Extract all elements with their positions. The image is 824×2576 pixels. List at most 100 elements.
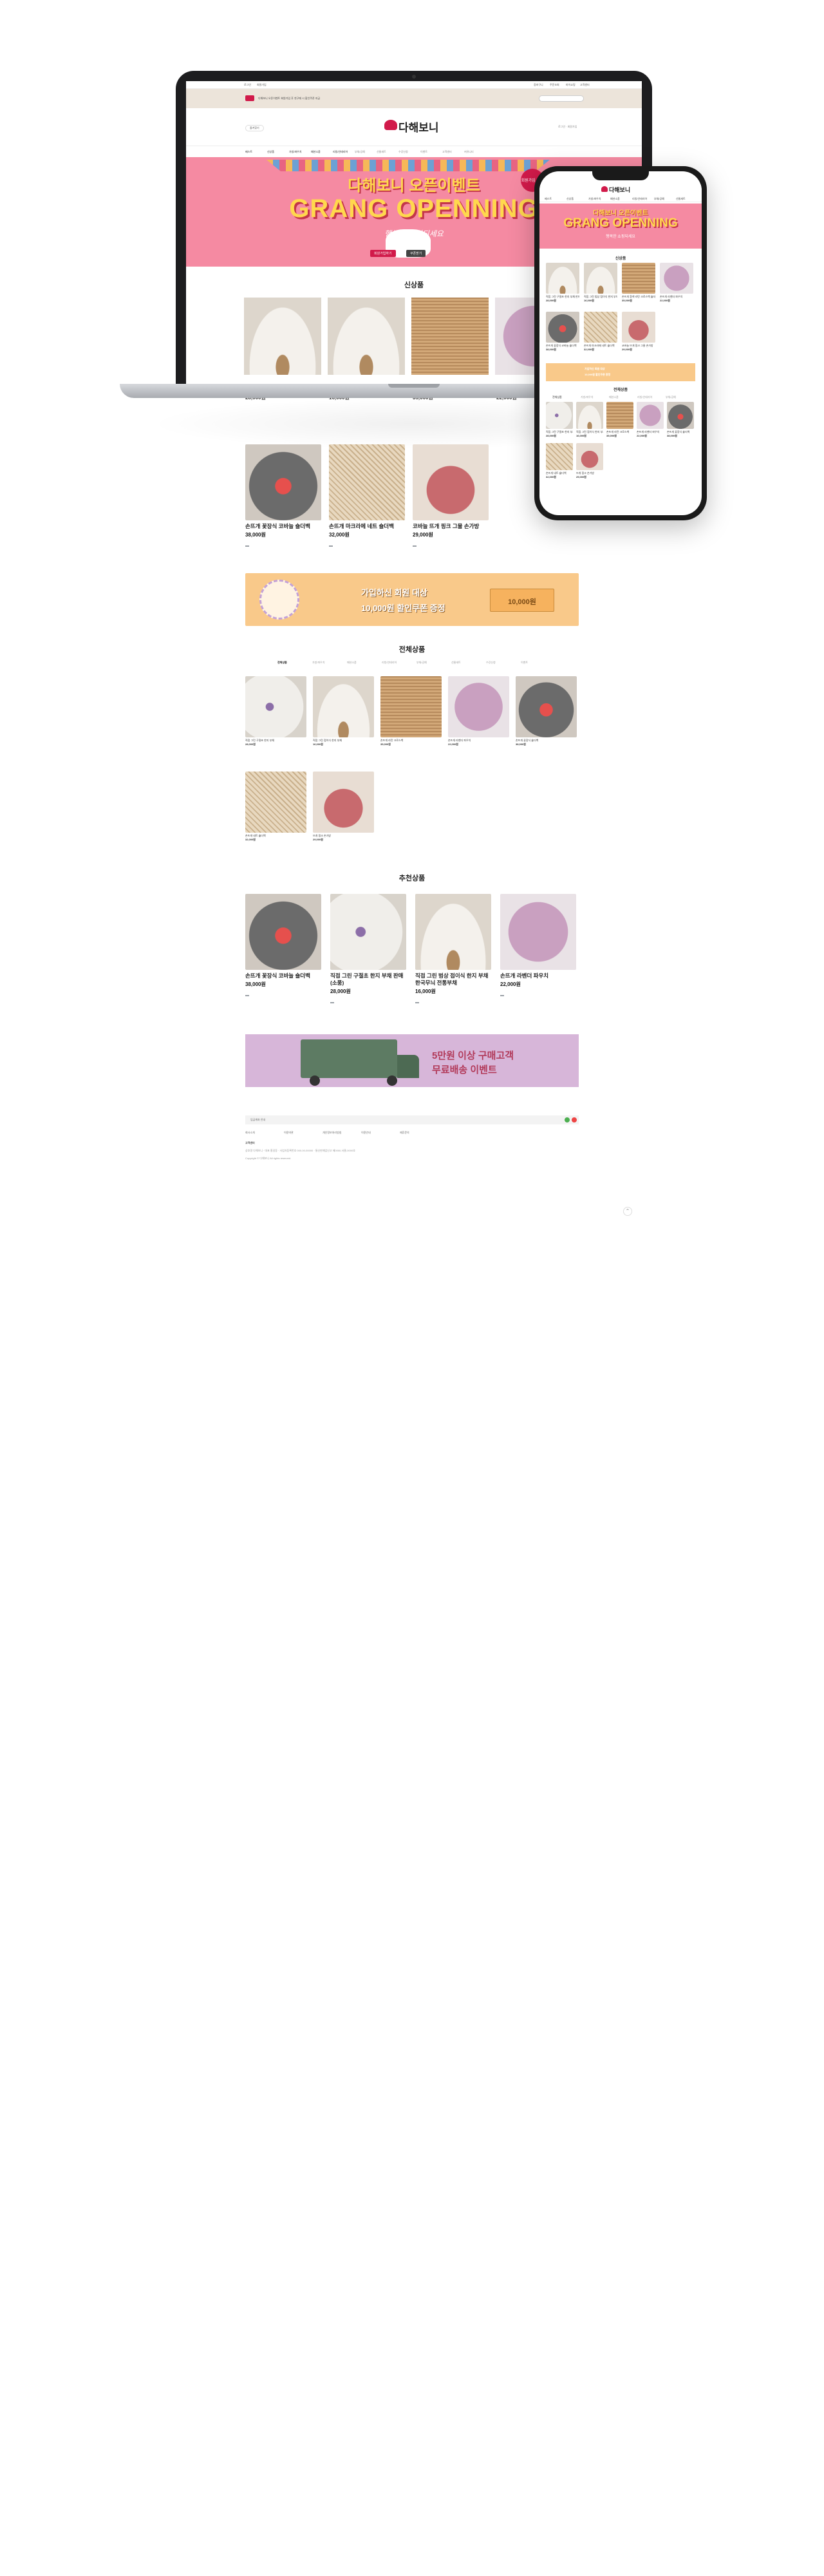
product-card[interactable]: 손뜨개 네트 숄더백 32,000원 [245, 772, 306, 842]
product-card[interactable]: 뜨개 핑크 손가방 29,000원 [576, 443, 603, 479]
product-image[interactable] [576, 402, 603, 429]
hero-coupon-button[interactable]: 쿠폰받기 [406, 250, 426, 257]
product-card[interactable]: 직접 그린 범상 접이식 한지 부채 한국무늬 전통부채16,000원 [415, 894, 491, 1007]
nav-item[interactable]: 이벤트 [420, 150, 427, 154]
product-card[interactable]: 손뜨개 마크라메 네트 숄더백 32,000원 [329, 444, 405, 550]
product-image[interactable] [516, 676, 577, 737]
product-name[interactable]: 손뜨개 라벤더 파우치 [500, 972, 576, 980]
header-account-links[interactable]: 로그인 · 회원가입 [558, 125, 577, 129]
product-name[interactable]: 손뜨개 꽃장식 코바늘 숄더백 [245, 523, 321, 530]
nav-item[interactable]: 베스트 [245, 150, 252, 154]
product-card[interactable]: 직접 그린 구절초 한지 부채 판매(소품)28,000원 [330, 894, 406, 1007]
product-image[interactable] [637, 402, 664, 429]
product-card[interactable]: 직접 그린 접이식 한지 부채 16,000원 [313, 676, 374, 746]
phone-promo-thanks[interactable]: 가입하신 회원 대상 10,000원 할인쿠폰 증정 [546, 363, 695, 381]
product-image[interactable] [380, 676, 442, 737]
product-card[interactable]: 손뜨개 라탄 크로스백 35,000원 [380, 676, 442, 746]
nav-item[interactable]: 선물세트 [377, 150, 386, 154]
product-card[interactable]: 손뜨개 마크라메 네트 숄더백 32,000원 [584, 312, 617, 352]
nav-item[interactable]: 고객센터 [442, 150, 452, 154]
product-image[interactable] [584, 263, 617, 294]
product-card[interactable]: 손뜨개 라벤더 파우치 22,000원 [500, 894, 576, 999]
product-name[interactable]: 직접 그린 구절초 한지 부채 판매(소품) [330, 972, 406, 987]
product-image[interactable] [330, 894, 406, 970]
product-card[interactable]: 코바늘 뜨개 핑크 그물 손가방 29,000원 [622, 312, 655, 352]
phone-nav-item[interactable]: 베스트 [545, 197, 552, 201]
phone-nav-item[interactable]: 패션소품 [610, 197, 620, 201]
phone-tab[interactable]: 리빙/인테리어 [637, 395, 652, 399]
phone-nav-item[interactable]: 가방/파우치 [588, 197, 601, 201]
coupon-ticket[interactable]: 10,000원 [490, 589, 554, 612]
nav-item[interactable]: 패션소품 [311, 150, 321, 154]
product-card[interactable]: 손뜨개 꽃장식 코바늘 숄더백 38,000원 [245, 444, 321, 550]
product-image[interactable] [622, 312, 655, 343]
notice-search-input[interactable] [539, 95, 584, 102]
product-image[interactable] [606, 402, 633, 429]
product-image[interactable] [415, 894, 491, 970]
phone-nav-item[interactable]: 부채/공예 [654, 197, 664, 201]
product-image[interactable] [546, 263, 579, 294]
nav-item[interactable]: 리빙/인테리어 [333, 150, 348, 154]
top-icon[interactable] [572, 1117, 577, 1122]
product-card[interactable]: 손뜨개 네트 숄더백 32,000원 [546, 443, 573, 479]
product-name[interactable]: 손뜨개 꽃장식 코바늘 숄더백 [245, 972, 321, 980]
product-image[interactable] [584, 312, 617, 343]
phone-tab[interactable]: 부채/공예 [666, 395, 676, 399]
tab-item[interactable]: 부채/공예 [417, 661, 427, 665]
phone-nav-item[interactable]: 리빙/인테리어 [632, 197, 647, 201]
product-image[interactable] [313, 772, 374, 833]
footer-link[interactable]: 개인정보처리방침 [323, 1131, 341, 1135]
bookmark-button[interactable]: 즐겨찾기 [245, 125, 264, 131]
nav-item[interactable]: 부채/공예 [355, 150, 365, 154]
phone-tab[interactable]: 패션소품 [609, 395, 619, 399]
tab-item[interactable]: 전체상품 [277, 661, 287, 665]
chat-icon[interactable] [565, 1117, 570, 1122]
phone-nav-item[interactable]: 선물세트 [676, 197, 686, 201]
top-cs-link[interactable]: 고객센터 [580, 83, 590, 87]
product-image[interactable] [448, 676, 509, 737]
product-image[interactable] [245, 894, 321, 970]
product-name[interactable]: 직접 그린 범상 접이식 한지 부채 한국무늬 전통부채 [415, 972, 491, 987]
product-image[interactable] [313, 676, 374, 737]
product-name[interactable]: 손뜨개 마크라메 네트 숄더백 [329, 523, 405, 530]
product-card[interactable]: 손뜨개 꽃장식 코바늘 숄더백 38,000원 [546, 312, 579, 352]
nav-item[interactable]: 커뮤니티 [464, 150, 474, 154]
product-image[interactable] [329, 444, 405, 520]
product-card[interactable]: 직접 그린 구절초 한지 부채 판매(소품)28,000원 [546, 263, 579, 303]
product-card[interactable]: 손뜨개 라탄 크로스백 35,000원 [606, 402, 633, 438]
top-cart-link[interactable]: 장바구니 [534, 83, 543, 87]
product-card[interactable]: 직접 그린 접이식 한지 부채 16,000원 [576, 402, 603, 438]
product-image[interactable] [500, 894, 576, 970]
product-card[interactable]: 손뜨개 꽃장식 숄더백 38,000원 [516, 676, 577, 746]
phone-nav-item[interactable]: 신상품 [566, 197, 574, 201]
promo-delivery-banner[interactable]: 5만원 이상 구매고객 무료배송 이벤트 [245, 1034, 579, 1087]
phone-tab[interactable]: 전체상품 [552, 395, 562, 399]
top-login-link[interactable]: 로그인 [244, 83, 251, 87]
product-image[interactable] [546, 443, 573, 470]
top-join-link[interactable]: 회원가입 [257, 83, 267, 87]
footer-link[interactable]: 이용안내 [361, 1131, 371, 1135]
top-mypage-link[interactable]: 마이쇼핑 [566, 83, 576, 87]
product-image[interactable] [546, 402, 573, 429]
nav-item[interactable]: 수강신청 [398, 150, 408, 154]
scroll-top-button[interactable]: ⌃ [623, 1207, 632, 1216]
product-image[interactable] [245, 676, 306, 737]
product-image[interactable] [245, 444, 321, 520]
footer-link[interactable]: 회사소개 [245, 1131, 255, 1135]
phone-logo-text[interactable]: 다해보니 [609, 185, 630, 194]
product-name[interactable]: 코바늘 뜨개 핑크 그물 손가방 [413, 523, 489, 530]
tab-item[interactable]: 가방/파우치 [312, 661, 325, 665]
footer-link[interactable]: 이용약관 [284, 1131, 294, 1135]
phone-hero[interactable]: 다해보니 오픈이벤트 GRANG OPENNING 행복한 쇼핑되세요 [539, 204, 702, 249]
product-card[interactable]: 손뜨개 라벤더 파우치 22,000원 [637, 402, 664, 438]
product-image[interactable] [245, 772, 306, 833]
logo-text[interactable]: 다해보니 [398, 118, 439, 135]
tab-item[interactable]: 패션소품 [347, 661, 357, 665]
product-image[interactable] [546, 312, 579, 343]
product-image[interactable] [667, 402, 694, 429]
product-card[interactable]: 손뜨개 꽃장식 코바늘 숄더백 38,000원 [245, 894, 321, 999]
product-card[interactable]: 직접 그린 구절초 한지 부채 28,000원 [245, 676, 306, 746]
product-card[interactable]: 직접 그린 범상 접이식 한지 부채 한국무늬 전통부채16,000원 [584, 263, 617, 303]
tab-item[interactable]: 리빙/인테리어 [382, 661, 397, 665]
product-card[interactable]: 손뜨개 라벤더 파우치 22,000원 [448, 676, 509, 746]
